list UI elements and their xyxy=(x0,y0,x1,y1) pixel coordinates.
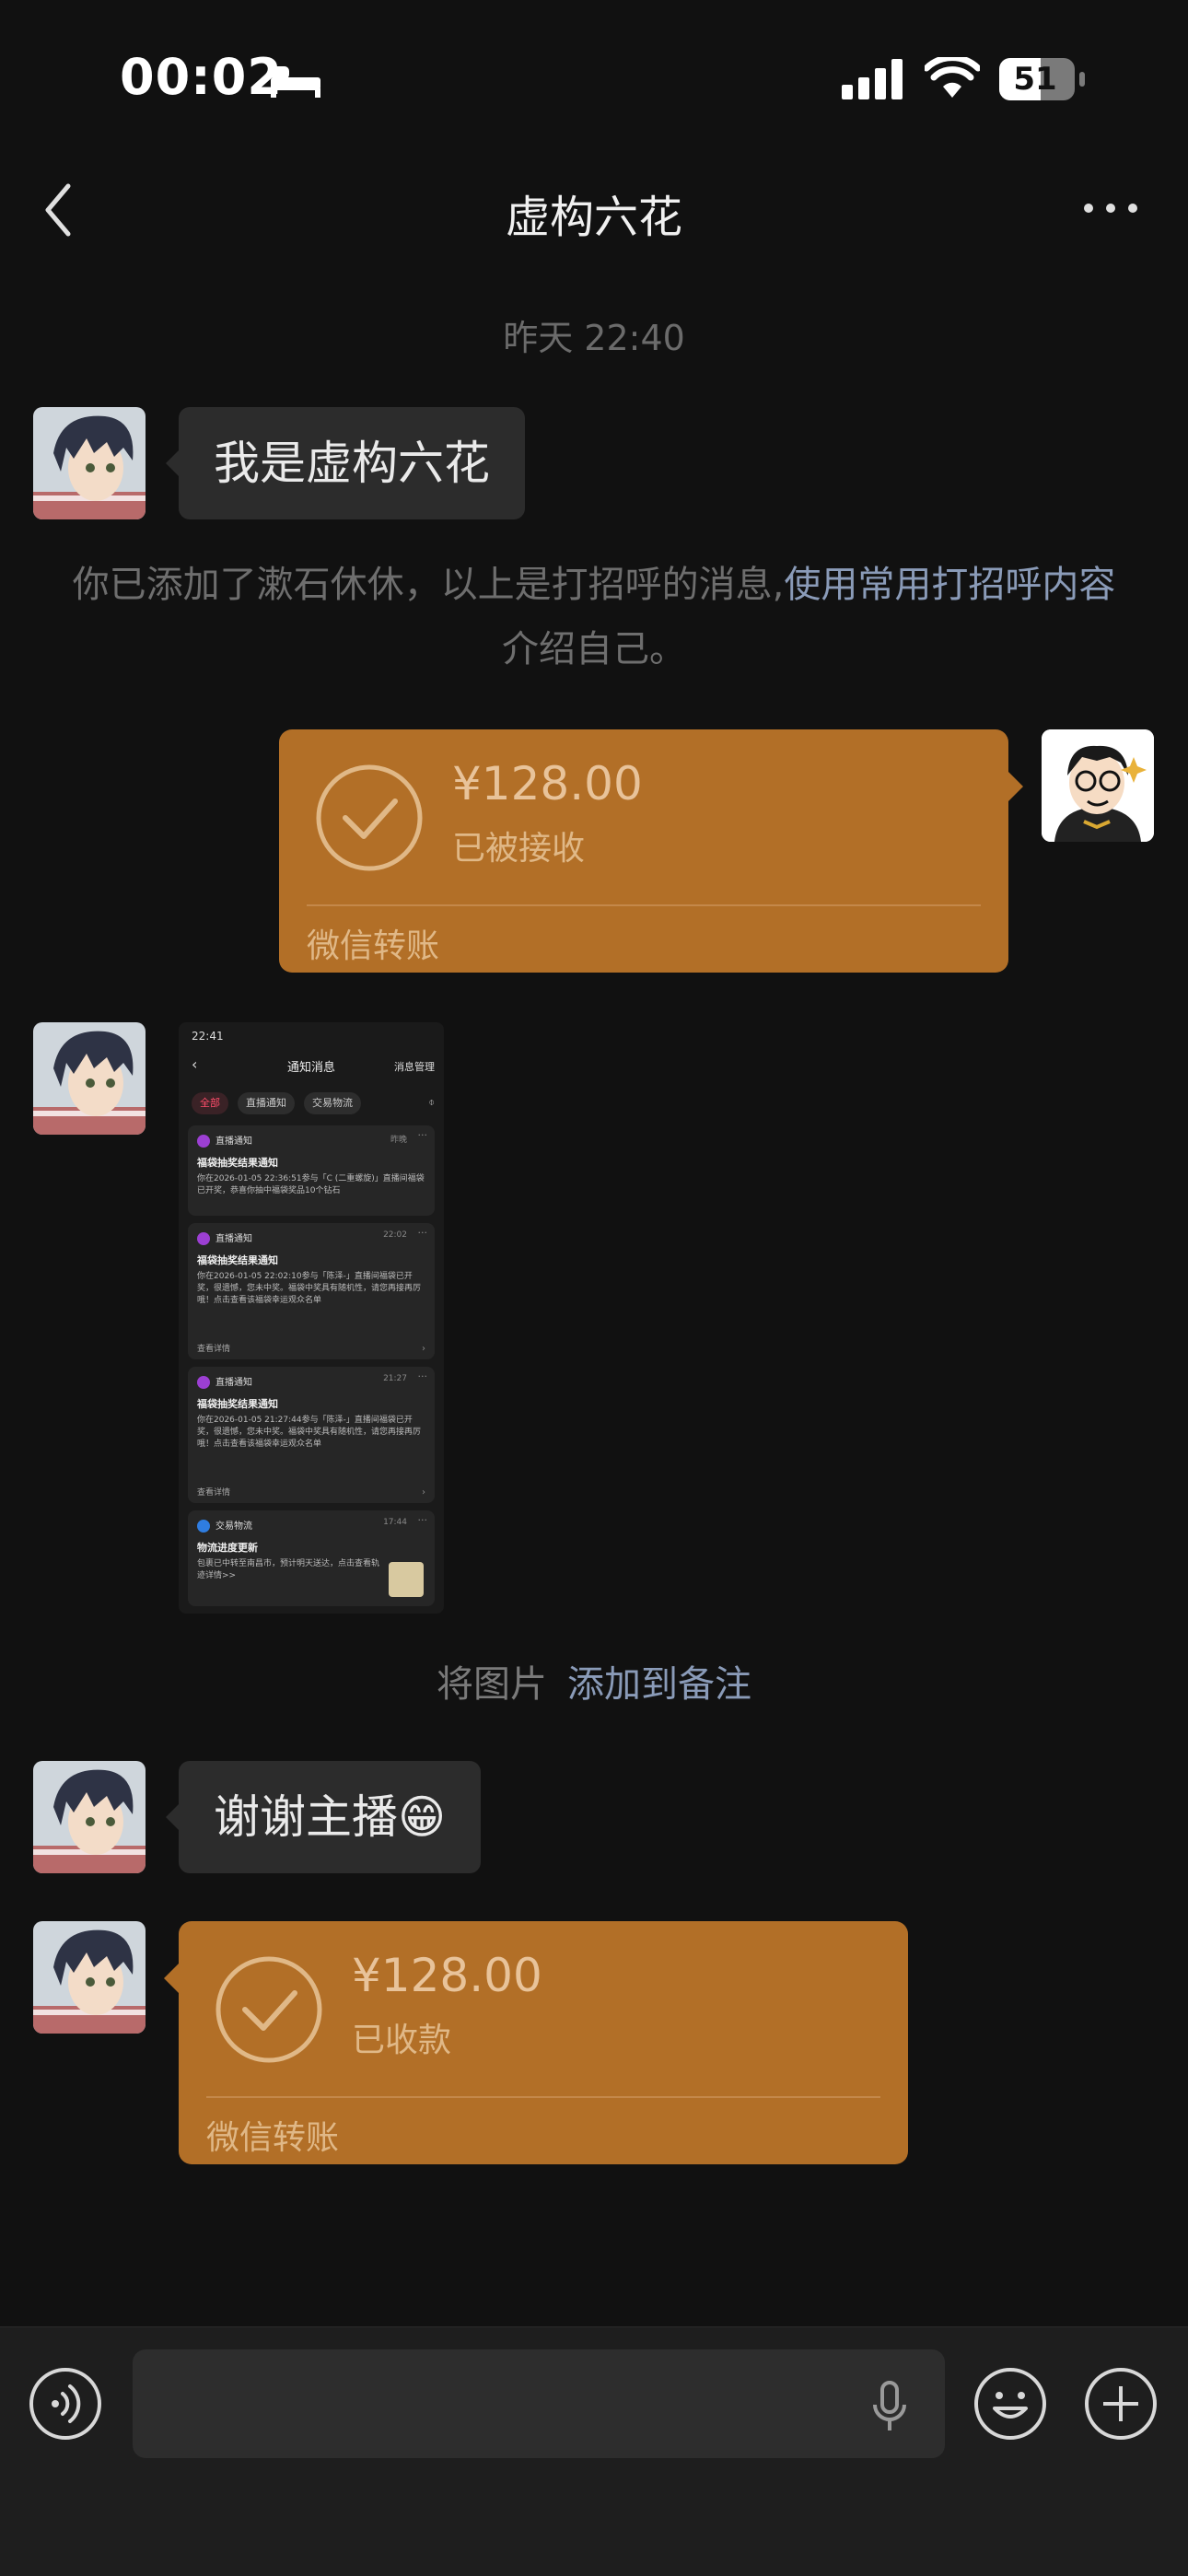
screenshot-chip: 直播通知 xyxy=(238,1092,295,1114)
transfer-status: 已被接收 xyxy=(452,830,586,868)
product-thumbnail xyxy=(389,1562,424,1597)
logistics-icon xyxy=(197,1520,210,1533)
input-bar xyxy=(0,2326,1188,2576)
contact-avatar[interactable] xyxy=(33,1022,146,1135)
more-icon[interactable] xyxy=(1081,195,1140,221)
card-header: 直播通知 xyxy=(215,1378,252,1388)
divider xyxy=(206,2096,880,2098)
card-tag: 22:02 xyxy=(383,1230,407,1240)
divider xyxy=(307,904,981,906)
live-icon xyxy=(197,1376,210,1389)
transfer-card-received[interactable]: ¥128.00 已收款 微信转账 xyxy=(164,1921,908,2164)
contact-avatar[interactable] xyxy=(33,1921,146,2034)
card-title: 福袋抽奖结果通知 xyxy=(197,1157,278,1169)
card-title: 福袋抽奖结果通知 xyxy=(197,1398,278,1410)
transfer-brand: 微信转账 xyxy=(307,927,440,965)
screenshot-card: 交易物流 17:44 ··· 物流进度更新 包裹已中转至南昌市，预计明天送达，点… xyxy=(188,1510,435,1606)
transfer-status: 已收款 xyxy=(352,2022,452,2059)
screenshot-chip: 交易物流 xyxy=(304,1092,361,1114)
card-more-icon: ··· xyxy=(417,1514,428,1526)
card-more-icon: ··· xyxy=(417,1370,428,1382)
status-time: 00:02 xyxy=(120,48,283,106)
image-note-prompt: 将图片 添加到备注 xyxy=(0,1654,1188,1708)
card-arrow-icon: › xyxy=(422,1487,425,1498)
system-notice-text: 你已添加了漱石休休，以上是打招呼的消息, xyxy=(72,564,785,606)
message-input[interactable] xyxy=(133,2349,945,2458)
card-header: 交易物流 xyxy=(215,1521,252,1532)
note-text: 将图片 xyxy=(437,1663,547,1706)
add-to-remark-link[interactable]: 添加到备注 xyxy=(567,1663,751,1706)
message-bubble[interactable]: 谢谢主播😁 xyxy=(165,1761,482,1873)
image-message[interactable]: 22:41 ‹ 通知消息 消息管理 全部 直播通知 交易物流 ⌽ 直播通知 昨晚… xyxy=(179,1022,444,1614)
card-more-icon: ··· xyxy=(417,1129,428,1141)
card-header: 直播通知 xyxy=(215,1234,252,1244)
card-more: 查看详情 xyxy=(197,1345,231,1354)
check-circle-icon xyxy=(215,1956,322,2063)
transfer-amount: ¥128.00 xyxy=(452,757,643,810)
screenshot-chip: 全部 xyxy=(192,1092,228,1114)
check-circle-icon xyxy=(316,764,423,871)
wifi-icon xyxy=(925,57,980,98)
screenshot-card: 直播通知 昨晚 ··· 福袋抽奖结果通知 你在2026-01-05 22:36:… xyxy=(188,1125,435,1216)
transfer-card-sent[interactable]: ¥128.00 已被接收 微信转账 xyxy=(279,729,1023,973)
system-notice: 你已添加了漱石休休，以上是打招呼的消息,使用常用打招呼内容介绍自己。 xyxy=(64,553,1124,682)
card-tag: 昨晚 xyxy=(390,1136,407,1145)
greeting-template-link[interactable]: 使用常用打招呼内容 xyxy=(784,564,1115,606)
contact-avatar[interactable] xyxy=(33,1761,146,1873)
card-body: 包裹已中转至南昌市，预计明天送达，点击查看轨迹详情>> xyxy=(197,1559,380,1580)
cellular-signal-icon xyxy=(842,59,903,99)
sleep-mode-icon xyxy=(271,66,320,98)
screenshot-manage: 消息管理 xyxy=(394,1061,435,1073)
my-avatar[interactable] xyxy=(1042,729,1154,842)
emoji-icon[interactable] xyxy=(973,2366,1048,2442)
system-notice-suffix: 介绍自己。 xyxy=(502,628,686,670)
card-tag: 21:27 xyxy=(383,1374,407,1383)
card-arrow-icon: › xyxy=(422,1344,425,1354)
page-title: 虚构六花 xyxy=(505,192,682,243)
card-more-icon: ··· xyxy=(417,1227,428,1239)
card-more: 查看详情 xyxy=(197,1488,231,1498)
screenshot-status-time: 22:41 xyxy=(192,1030,224,1043)
battery-level: 51 xyxy=(1013,61,1057,98)
contact-avatar[interactable] xyxy=(33,407,146,519)
plus-icon[interactable] xyxy=(1083,2366,1159,2442)
screenshot-filter-icon: ⌽ xyxy=(428,1096,435,1108)
live-icon xyxy=(197,1135,210,1148)
card-body: 你在2026-01-05 22:36:51参与「C (二重螺旋)」直播间福袋已开… xyxy=(197,1174,425,1195)
card-title: 物流进度更新 xyxy=(197,1542,258,1554)
screenshot-card: 直播通知 21:27 ··· 福袋抽奖结果通知 你在2026-01-05 21:… xyxy=(188,1367,435,1503)
card-header: 直播通知 xyxy=(215,1136,252,1147)
card-body: 你在2026-01-05 21:27:44参与「陈泽-」直播间福袋已开奖，很遗憾… xyxy=(197,1416,422,1449)
microphone-icon[interactable] xyxy=(871,2381,908,2432)
message-bubble[interactable]: 我是虚构六花 xyxy=(166,407,525,519)
battery-icon: 51 xyxy=(998,57,1087,101)
live-icon xyxy=(197,1232,210,1245)
card-tag: 17:44 xyxy=(383,1518,407,1527)
card-title: 福袋抽奖结果通知 xyxy=(197,1254,278,1266)
card-body: 你在2026-01-05 22:02:10参与「陈泽-」直播间福袋已开奖，很遗憾… xyxy=(197,1272,422,1305)
voice-icon[interactable] xyxy=(28,2366,103,2442)
message-timestamp: 昨天 22:40 xyxy=(503,318,685,358)
transfer-brand: 微信转账 xyxy=(206,2119,340,2157)
screenshot-card: 直播通知 22:02 ··· 福袋抽奖结果通知 你在2026-01-05 22:… xyxy=(188,1223,435,1359)
transfer-amount: ¥128.00 xyxy=(352,1949,542,2002)
